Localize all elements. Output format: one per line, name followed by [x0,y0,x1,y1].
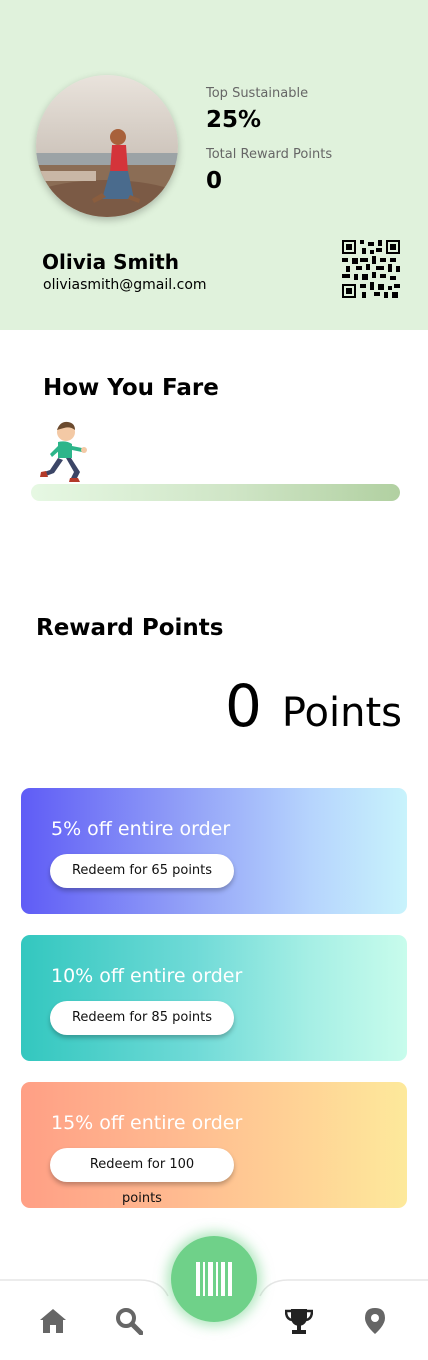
scan-barcode-button[interactable] [171,1236,257,1322]
how-you-fare-title: How You Fare [43,375,219,401]
stats-block: Top Sustainable 25% Total Reward Points … [206,86,332,208]
total-reward-points-value: 0 [206,168,223,194]
redeem-button[interactable]: Redeem for 85 points [50,1001,234,1035]
points-unit: Points [281,690,402,736]
offer-card: 10% off entire order Redeem for 85 point… [21,935,407,1061]
offer-card: 5% off entire order Redeem for 65 points [21,788,407,914]
profile-header: Top Sustainable 25% Total Reward Points … [0,0,428,330]
home-icon[interactable] [39,1307,67,1335]
qr-code-icon[interactable] [342,240,400,298]
offer-title: 5% off entire order [51,818,231,840]
offer-title: 10% off entire order [51,965,243,987]
user-email: oliviasmith@gmail.com [43,277,207,293]
offer-title: 15% off entire order [51,1112,243,1134]
progress-bar [31,484,400,501]
top-sustainable-label: Top Sustainable [206,86,309,101]
offer-card: 15% off entire order Redeem for 100 poin… [21,1082,407,1208]
points-display: 0 Points [225,672,402,740]
avatar-photo [36,75,178,217]
barcode-icon [196,1262,232,1296]
redeem-button[interactable]: Redeem for 65 points [50,854,234,888]
location-pin-icon[interactable] [361,1307,389,1335]
points-value: 0 [224,672,262,740]
search-icon[interactable] [115,1307,143,1335]
runner-icon [40,421,87,482]
trophy-icon[interactable] [285,1307,313,1335]
total-reward-points-label: Total Reward Points [206,147,333,162]
reward-points-title: Reward Points [36,615,224,641]
top-sustainable-value: 25% [206,107,262,133]
user-name: Olivia Smith [42,250,179,274]
avatar[interactable] [36,75,178,217]
redeem-button[interactable]: Redeem for 100 points [50,1148,234,1206]
